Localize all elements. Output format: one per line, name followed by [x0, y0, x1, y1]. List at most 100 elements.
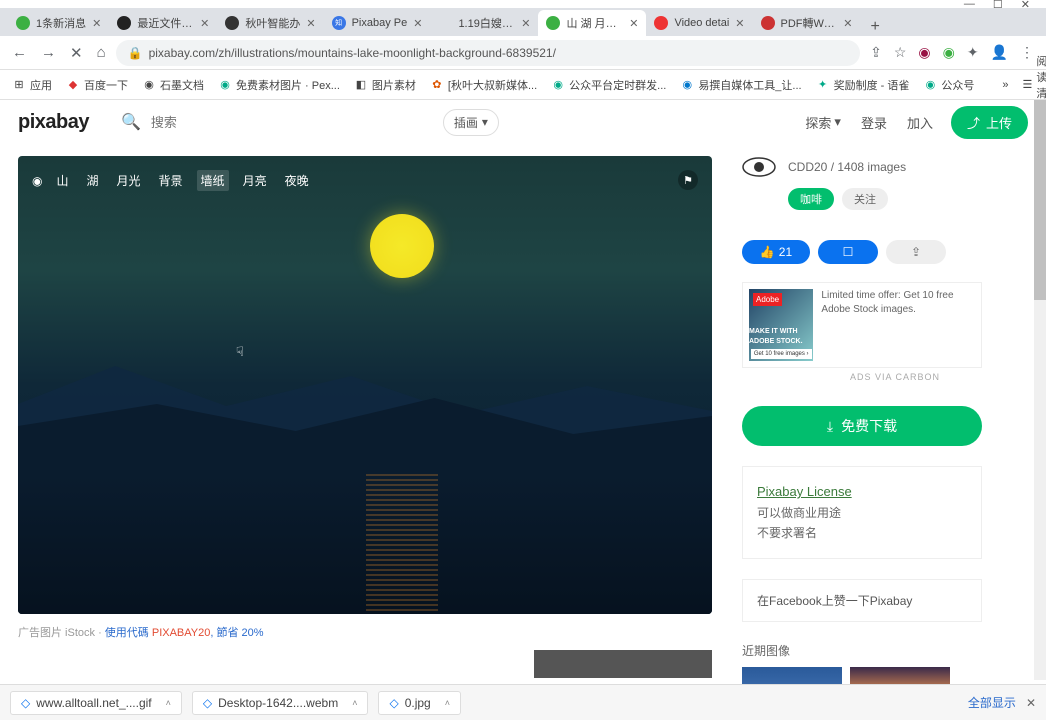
- bookmark-item[interactable]: ✦奖励制度 - 语雀: [816, 77, 910, 93]
- like-button[interactable]: 👍21: [742, 240, 810, 264]
- tab-close-icon[interactable]: ✕: [92, 17, 101, 30]
- site-header: pixabay 🔍 插画 ▾ 探索 ▾ 登录 加入 ⤴ 上传: [0, 100, 1046, 144]
- cursor-icon: ☟: [236, 344, 244, 360]
- profile-icon[interactable]: 👤: [991, 44, 1008, 61]
- bookmark-overflow[interactable]: »: [1002, 79, 1008, 91]
- url-text: pixabay.com/zh/illustrations/mountains-l…: [149, 46, 556, 60]
- tab-close-icon[interactable]: ✕: [521, 17, 530, 30]
- close-shelf-icon[interactable]: ✕: [1026, 696, 1036, 710]
- license-link[interactable]: Pixabay License: [757, 481, 967, 503]
- upload-button[interactable]: ⤴ 上传: [951, 106, 1028, 139]
- media-type-dropdown[interactable]: 插画 ▾: [443, 109, 499, 136]
- ext2-icon[interactable]: ◉: [943, 44, 955, 61]
- bookmark-item[interactable]: ◉公众号: [923, 77, 974, 93]
- sponsor-banner[interactable]: [534, 650, 712, 678]
- chevron-up-icon[interactable]: ˄: [445, 698, 450, 708]
- bookmark-item[interactable]: ◉石墨文档: [142, 77, 204, 93]
- join-link[interactable]: 加入: [907, 113, 933, 132]
- minimize-button[interactable]: —: [964, 0, 975, 10]
- show-all-downloads[interactable]: 全部显示: [968, 694, 1016, 711]
- chevron-up-icon[interactable]: ˄: [166, 698, 171, 708]
- coffee-button[interactable]: 咖啡: [788, 188, 834, 210]
- ext1-icon[interactable]: ◉: [918, 44, 930, 61]
- apps-button[interactable]: ⊞应用: [12, 77, 52, 93]
- stop-button[interactable]: ✕: [70, 44, 83, 62]
- image-tag[interactable]: 月光: [113, 170, 145, 191]
- tab-close-icon[interactable]: ✕: [735, 17, 744, 30]
- bookmark-item[interactable]: ◉易撰自媒体工具_让...: [680, 77, 801, 93]
- bookmark-item[interactable]: ◧图片素材: [354, 77, 416, 93]
- extensions-icon[interactable]: ✦: [967, 44, 979, 61]
- download-button[interactable]: ⤓ 免费下载: [742, 406, 982, 446]
- download-item[interactable]: ◇0.jpg˄: [378, 691, 461, 715]
- bookmark-icon: ◉: [218, 78, 232, 92]
- main-image[interactable]: ◉ 山 湖 月光 背景 墙纸 月亮 夜晚 ⚑ ☟: [18, 156, 712, 614]
- login-link[interactable]: 登录: [861, 113, 887, 132]
- star-icon[interactable]: ☆: [894, 44, 907, 61]
- pixabay-logo[interactable]: pixabay: [18, 111, 89, 134]
- adobe-badge: Adobe: [753, 293, 782, 306]
- tab-close-icon[interactable]: ✕: [629, 17, 638, 30]
- tab-title: Video detai: [674, 17, 729, 29]
- forward-button[interactable]: →: [41, 44, 56, 62]
- browser-tab[interactable]: 1条新消息✕: [8, 10, 109, 36]
- browser-tab[interactable]: Video detai ✕: [646, 10, 752, 36]
- bookmark-item[interactable]: ◉公众平台定时群发...: [551, 77, 666, 93]
- image-tag[interactable]: 月亮: [239, 170, 271, 191]
- image-tag[interactable]: 湖: [83, 170, 103, 191]
- tab-close-icon[interactable]: ✕: [413, 17, 422, 30]
- browser-tab[interactable]: 知Pixabay Pe✕: [324, 10, 431, 36]
- share-button[interactable]: ⇪: [886, 240, 946, 264]
- follow-button[interactable]: 关注: [842, 188, 888, 210]
- browser-tab[interactable]: 最近文件 - ? ✕: [109, 10, 217, 36]
- tab-close-icon[interactable]: ✕: [843, 17, 852, 30]
- browser-tab[interactable]: 1.19白嫂优质✕: [430, 10, 538, 36]
- explore-link[interactable]: 探索 ▾: [805, 113, 841, 132]
- chevron-up-icon[interactable]: ˄: [352, 698, 357, 708]
- downloads-shelf: ◇www.alltoall.net_....gif˄ ◇Desktop-1642…: [0, 684, 1046, 720]
- author-pin-icon[interactable]: ◉: [32, 174, 42, 188]
- bookmark-label: 公众号: [941, 77, 974, 93]
- bookmark-label: 公众平台定时群发...: [569, 77, 666, 93]
- bookmark-label: 易撰自媒体工具_让...: [698, 77, 801, 93]
- carbon-ad[interactable]: Adobe MAKE IT WITH ADOBE STOCK. Get 10 f…: [742, 282, 982, 368]
- download-item[interactable]: ◇www.alltoall.net_....gif˄: [10, 691, 182, 715]
- type-label: 插画: [454, 114, 478, 131]
- image-tag[interactable]: 背景: [155, 170, 187, 191]
- close-window-button[interactable]: ✕: [1021, 0, 1030, 11]
- upload-icon: ⤴: [967, 113, 980, 132]
- share-icon[interactable]: ⇪: [870, 44, 882, 61]
- browser-tab[interactable]: 秋叶智能办✕: [217, 10, 323, 36]
- image-tag[interactable]: 墙纸: [197, 170, 229, 191]
- bookmark-icon: ◧: [354, 78, 368, 92]
- tab-title: 最近文件 - ?: [137, 15, 194, 31]
- image-tag[interactable]: 山: [52, 170, 72, 191]
- bookmark-item[interactable]: ✿[秋叶大叔新媒体...: [430, 77, 537, 93]
- search-box[interactable]: 🔍: [107, 105, 425, 139]
- search-input[interactable]: [151, 115, 411, 130]
- scrollbar[interactable]: [1034, 100, 1046, 680]
- image-tag[interactable]: 夜晚: [281, 170, 313, 191]
- bookmark-item[interactable]: ◆百度一下: [66, 77, 128, 93]
- report-flag-icon[interactable]: ⚑: [678, 170, 698, 190]
- bookmark-item[interactable]: ◉免费素材图片 · Pex...: [218, 77, 340, 93]
- browser-tab-active[interactable]: 山 湖 月光 -✕: [538, 10, 646, 36]
- browser-tab[interactable]: PDF轉Worc✕: [753, 10, 861, 36]
- tab-close-icon[interactable]: ✕: [200, 17, 209, 30]
- ad-cta: Get 10 free images ›: [751, 349, 812, 359]
- favicon-icon: [546, 16, 560, 30]
- facebook-like-box[interactable]: 在Facebook上赞一下Pixabay: [742, 579, 982, 622]
- address-bar[interactable]: 🔒 pixabay.com/zh/illustrations/mountains…: [116, 40, 860, 66]
- author-info[interactable]: CDD20 / 1408 images: [788, 160, 906, 174]
- scrollbar-thumb[interactable]: [1034, 100, 1046, 300]
- back-button[interactable]: ←: [12, 44, 27, 62]
- maximize-button[interactable]: ☐: [993, 0, 1003, 11]
- bookmark-icon: ☐: [843, 245, 854, 259]
- bookmark-button[interactable]: ☐: [818, 240, 878, 264]
- home-button[interactable]: ⌂: [97, 44, 106, 62]
- tab-close-icon[interactable]: ✕: [306, 17, 315, 30]
- window-controls: — ☐ ✕: [0, 0, 1046, 8]
- download-item[interactable]: ◇Desktop-1642....webm˄: [192, 691, 369, 715]
- sponsor-link[interactable]: 使用代碼 PIXABAY20, 節省 20%: [105, 627, 264, 639]
- new-tab-button[interactable]: +: [861, 18, 890, 36]
